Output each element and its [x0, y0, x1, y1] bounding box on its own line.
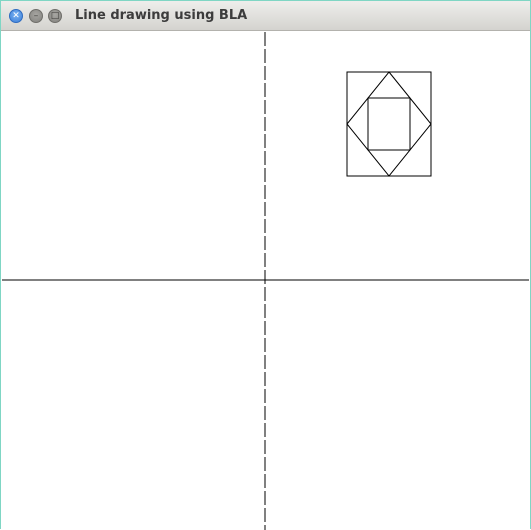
drawing-canvas [2, 32, 529, 530]
outer-rectangle [346, 71, 432, 177]
maximize-icon[interactable]: □ [48, 9, 62, 23]
diamond [346, 71, 432, 177]
minimize-icon[interactable]: – [29, 9, 43, 23]
window-title: Line drawing using BLA [75, 8, 248, 23]
close-icon[interactable]: ✕ [9, 9, 23, 23]
title-bar[interactable]: ✕ – □ Line drawing using BLA [1, 1, 530, 31]
inner-rectangle [367, 97, 411, 151]
drawing-surface [2, 32, 529, 530]
app-window: ✕ – □ Line drawing using BLA [0, 0, 531, 530]
